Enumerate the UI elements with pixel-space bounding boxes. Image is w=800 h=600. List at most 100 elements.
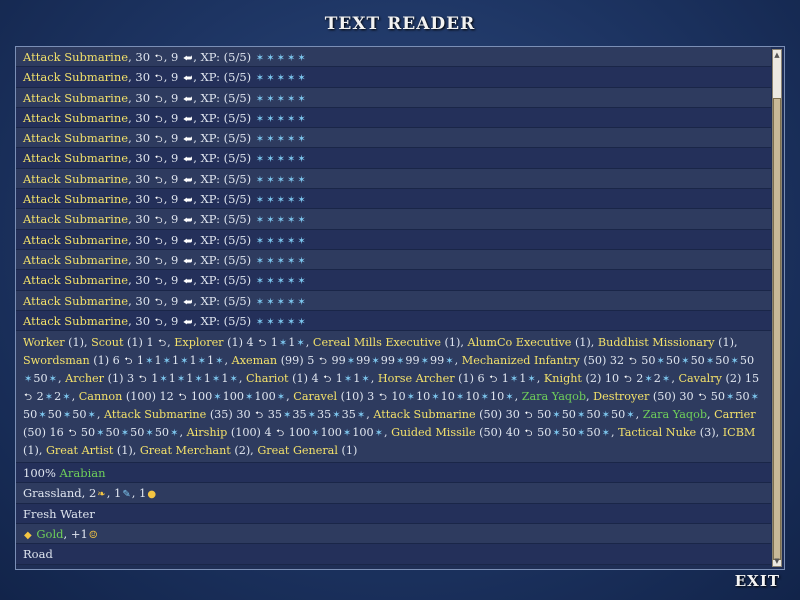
- scroll-thumb[interactable]: [773, 98, 781, 560]
- promotion-icon: ✶: [644, 374, 653, 386]
- promotion-icon: ✶: [229, 374, 238, 386]
- unit-xp: XP: (5/5): [200, 171, 252, 186]
- unit-stats: (35) 30: [206, 408, 255, 422]
- promotion-icon: ✶: [343, 374, 353, 386]
- movement-icon: ⮨: [182, 296, 193, 308]
- unit-row: Attack Submarine, 30 ⮌, 9 ⮨, XP: (5/5) ✶…: [16, 290, 771, 311]
- strength-icon: ⮌: [154, 255, 163, 267]
- unit-stats: 10: [465, 390, 480, 404]
- unit-name: Attack Submarine: [23, 151, 129, 166]
- unit-stats: 50: [637, 354, 656, 368]
- unit-name: Caravel: [293, 390, 338, 404]
- strength-icon: ⮌: [154, 93, 163, 105]
- movement-icon: ⮨: [182, 195, 193, 207]
- promotion-icon: ✶: [255, 53, 265, 64]
- scroll-up-icon[interactable]: ▲: [773, 50, 781, 60]
- promotion-icon: ✶: [266, 316, 275, 328]
- promotion-icon: ✶: [346, 356, 356, 368]
- unit-name: Attack Submarine: [23, 171, 129, 186]
- unit-strength: 30: [135, 212, 151, 227]
- unit-stats: 50: [707, 390, 725, 404]
- unit-stats: 99: [356, 354, 371, 368]
- unit-row: Attack Submarine, 30 ⮌, 9 ⮨, XP: (5/5) ✶…: [16, 229, 771, 250]
- unit-stats: 100: [187, 390, 213, 404]
- strength-icon: ⮌: [154, 53, 163, 64]
- unit-name: Chariot: [245, 372, 289, 386]
- promotion-icon: ✶: [276, 113, 285, 125]
- unit-xp: XP: (5/5): [200, 293, 252, 308]
- strength-icon: ⮌: [24, 392, 33, 404]
- unit-row: Attack Submarine, 30 ⮌, 9 ⮨, XP: (5/5) ✶…: [16, 87, 771, 108]
- unit-stats: 35: [292, 408, 307, 422]
- unit-stats: 50: [690, 354, 705, 368]
- unit-xp: XP: (5/5): [200, 192, 252, 207]
- promotion-icon: ✶: [286, 134, 296, 146]
- promotion-icon: ✶: [276, 235, 285, 247]
- promotion-icon: ✶: [371, 356, 380, 368]
- scrollbar[interactable]: ▲ ▼: [772, 49, 782, 567]
- terrain-name: Grassland: [23, 486, 82, 501]
- promotion-icon: ✶: [276, 392, 286, 404]
- unit-xp: XP: (5/5): [200, 252, 252, 267]
- unit-strength: 30: [135, 50, 151, 64]
- unit-stats: (50) 30: [649, 390, 698, 404]
- unit-stats: 50: [561, 408, 576, 422]
- unit-stats: (2),: [230, 444, 258, 458]
- promotion-icon: ✶: [276, 53, 285, 64]
- promotion-icon: ✶: [276, 195, 285, 207]
- unit-moves: 9: [171, 110, 179, 125]
- resource-row: ◆ Gold, +1☺: [16, 524, 771, 545]
- unit-xp: XP: (5/5): [200, 273, 252, 288]
- promotion-icon: ✶: [266, 235, 275, 247]
- unit-xp: XP: (5/5): [200, 232, 252, 247]
- unit-stats: (100) 12: [122, 390, 178, 404]
- strength-icon: ⮌: [154, 154, 163, 166]
- production-icon: ✎: [122, 489, 131, 501]
- unit-name: Attack Submarine: [23, 212, 129, 227]
- movement-icon: ⮨: [182, 113, 193, 125]
- unit-stats: (1),: [113, 444, 140, 458]
- terrain-production: 1: [114, 486, 122, 501]
- strength-icon: ⮌: [318, 356, 327, 368]
- unit-xp: XP: (5/5): [200, 90, 252, 105]
- unit-name: Attack Submarine: [23, 131, 129, 146]
- unit-name: Attack Submarine: [23, 110, 129, 125]
- unit-stats: 10: [387, 390, 406, 404]
- promotion-icon: ✶: [297, 235, 306, 247]
- promotion-icon: ✶: [431, 392, 440, 404]
- promotion-icon: ✶: [276, 174, 285, 186]
- promotion-icon: ✶: [62, 392, 71, 404]
- unit-stats: 99: [380, 354, 395, 368]
- promotion-icon: ✶: [296, 338, 305, 350]
- strength-icon: ⮌: [489, 374, 498, 386]
- unit-row: Attack Submarine, 30 ⮌, 9 ⮨, XP: (5/5) ✶…: [16, 128, 771, 149]
- resource-name: Gold: [36, 527, 64, 542]
- unit-stats: 99: [405, 354, 420, 368]
- unit-xp: XP: (5/5): [200, 110, 252, 125]
- unit-name: Attack Submarine: [23, 273, 129, 288]
- unit-stats: 1: [498, 372, 509, 386]
- gold-resource-icon: ◆: [24, 530, 32, 542]
- unit-name: Attack Submarine: [23, 313, 129, 328]
- unit-stats: 2: [33, 390, 44, 404]
- promotion-icon: ✶: [307, 410, 316, 422]
- exit-button[interactable]: EXIT: [735, 572, 780, 590]
- unit-name: Tactical Nuke: [618, 426, 697, 440]
- unit-name: Airship: [186, 426, 228, 440]
- leader-name: Zara Yaqob: [642, 408, 707, 422]
- unit-stats: (2) 10: [581, 372, 623, 386]
- unit-moves: 9: [171, 252, 179, 267]
- unit-name: Horse Archer: [377, 372, 455, 386]
- movement-icon: ⮨: [182, 93, 193, 105]
- unit-stats: 2: [54, 390, 62, 404]
- promotion-icon: ✶: [297, 316, 306, 328]
- unit-stats: ,: [454, 354, 462, 368]
- unit-strength: 30: [135, 90, 151, 105]
- scroll-down-icon[interactable]: ▼: [773, 556, 781, 566]
- unit-stats: 10: [489, 390, 505, 404]
- unit-name: Scout: [91, 336, 124, 350]
- promotion-icon: ✶: [266, 93, 275, 105]
- unit-stats: (1) 6: [89, 354, 124, 368]
- text-list: Attack Submarine, 30 ⮌, 9 ⮨, XP: (5/5) ✶…: [16, 47, 771, 565]
- unit-stats: ,: [536, 372, 544, 386]
